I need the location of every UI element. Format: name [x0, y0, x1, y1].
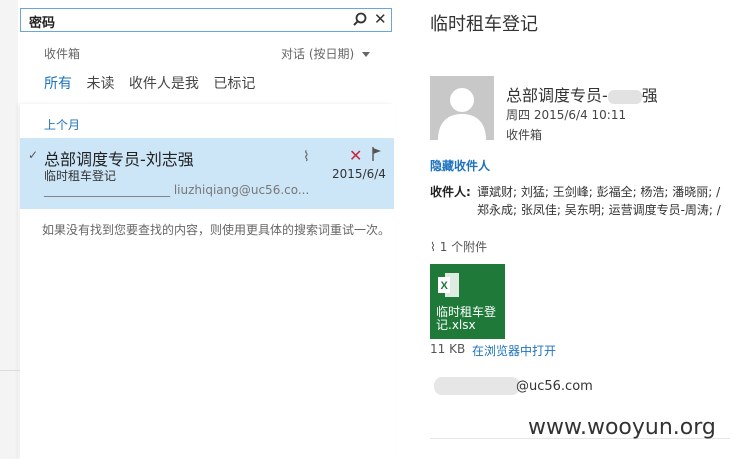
chevron-down-icon	[362, 52, 371, 57]
attachment-name: 临时租车登记.xlsx	[436, 305, 497, 332]
flag-icon[interactable]	[372, 147, 382, 161]
delete-icon[interactable]: ✕	[349, 146, 362, 165]
filter-all[interactable]: 所有	[44, 76, 72, 92]
person-icon	[438, 88, 486, 140]
watermark: www.wooyun.org	[528, 415, 716, 440]
attachment-size: 11 KB	[430, 342, 466, 356]
search-box[interactable]: 密码 ✕	[20, 8, 392, 32]
sender-name-suffix: 强	[641, 86, 658, 105]
recipients-line[interactable]: 谭斌财; 刘猛; 王剑峰; 彭福全; 杨浩; 潘晓丽; /	[477, 183, 720, 200]
paperclip-icon: ⌇	[303, 149, 310, 165]
sender-name[interactable]: 总部调度专员- 强	[506, 82, 658, 106]
sent-datetime: 周四 2015/6/4 10:11	[506, 108, 627, 122]
sort-label: 对话 (按日期)	[281, 47, 355, 61]
message-date: 2015/6/4	[332, 167, 386, 181]
filter-tabs: 所有 未读 收件人是我 已标记	[44, 73, 265, 93]
filter-unread[interactable]: 未读	[86, 76, 114, 92]
redaction-blur	[607, 89, 642, 104]
search-input[interactable]: 密码	[29, 12, 55, 31]
group-header: 上个月	[44, 118, 81, 132]
hide-recipients-link[interactable]: 隐藏收件人	[430, 157, 490, 174]
attachment-count: ⌇ 1 个附件	[430, 238, 487, 255]
message-folder: 收件箱	[506, 128, 543, 142]
avatar	[430, 76, 494, 140]
email-address-domain: @uc56.com	[516, 379, 593, 394]
svg-text:X: X	[441, 280, 449, 292]
message-preview: _____________________ liuzhiqiang@uc56.c…	[44, 183, 310, 197]
list-item[interactable]: ✓ 总部调度专员-刘志强 临时租车登记 2015/6/4 ___________…	[20, 138, 394, 209]
attachment-count-label: 1 个附件	[439, 240, 488, 254]
folder-pane-edge	[0, 0, 18, 459]
checkmark-icon[interactable]: ✓	[28, 148, 38, 162]
paperclip-icon: ⌇	[430, 240, 436, 254]
search-icon[interactable]	[353, 12, 367, 26]
open-in-browser-link[interactable]: 在浏览器中打开	[472, 342, 556, 359]
sort-dropdown[interactable]: 对话 (按日期)	[281, 45, 371, 62]
no-result-hint: 如果没有找到您要查找的内容，则使用更具体的搜索词重试一次。	[42, 223, 391, 237]
sender-name-prefix: 总部调度专员-	[506, 86, 608, 105]
close-icon[interactable]: ✕	[374, 12, 387, 27]
divider	[0, 370, 20, 371]
message-list: 上个月 ✓ 总部调度专员-刘志强 临时租车登记 2015/6/4 _______…	[20, 104, 394, 459]
filter-to-me[interactable]: 收件人是我	[129, 76, 199, 92]
message-title: 临时租车登记	[430, 14, 538, 35]
recipients-line[interactable]: 郑永成; 张凤佳; 吴东明; 运营调度专员-周涛; /	[477, 201, 721, 218]
message-subject: 临时租车登记	[44, 169, 117, 183]
filter-flagged[interactable]: 已标记	[213, 76, 255, 92]
attachment-tile[interactable]: X 临时租车登记.xlsx	[430, 264, 505, 339]
reading-pane: 临时租车登记 总部调度专员- 强 周四 2015/6/4 10:11 收件箱 隐藏…	[410, 0, 734, 459]
excel-file-icon: X	[438, 273, 459, 297]
message-list-pane: 密码 ✕ 收件箱 对话 (按日期) 所有 未读 收件人是我 已标记 上个月 ✓ …	[0, 0, 410, 459]
recipients-label: 收件人:	[430, 185, 471, 199]
redaction-blur	[434, 377, 520, 395]
folder-label: 收件箱	[44, 47, 81, 61]
